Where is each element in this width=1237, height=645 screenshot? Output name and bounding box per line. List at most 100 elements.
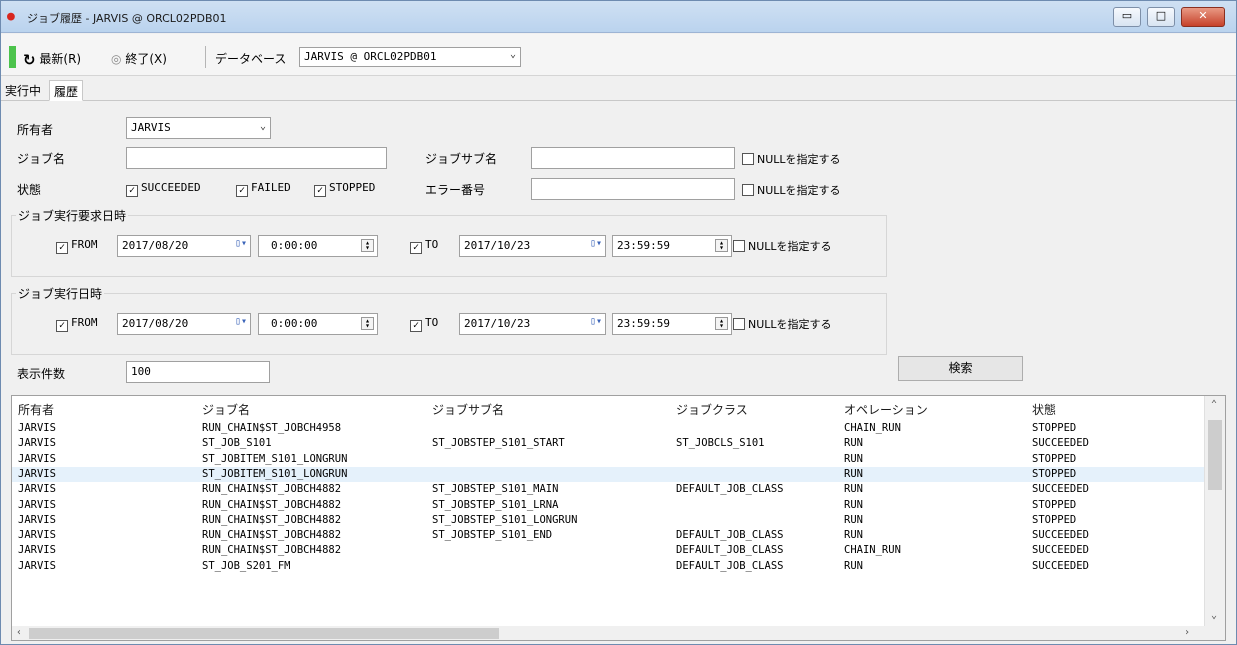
spinner-icon[interactable]: ▴ ▾ [715,317,728,330]
scroll-up-icon[interactable]: ⌃ [1211,399,1217,410]
toolbar-grip [9,46,16,68]
request-to-date-value: 2017/10/23 [464,239,531,252]
job-subname-null-checkbox[interactable]: NULLを指定する [742,151,841,167]
column-header-job-name[interactable]: ジョブ名 [202,401,250,418]
run-from-checkbox[interactable]: ✓ FROM [56,316,98,332]
search-button[interactable]: 検索 [898,356,1023,381]
toolbar-separator [205,46,206,68]
cell-owner: JARVIS [18,559,56,572]
scroll-down-icon[interactable]: ⌄ [1211,610,1217,621]
request-to-time-input[interactable]: 23:59:59 ▴ ▾ [612,235,732,257]
table-row[interactable]: JARVIS RUN_CHAIN$ST_JOBCH4882 ST_JOBSTEP_S… [12,482,1204,497]
cell-operation: RUN [844,452,863,465]
horizontal-scroll-thumb[interactable] [29,628,499,639]
request-null-checkbox[interactable]: NULLを指定する [733,238,832,254]
check-icon: ✓ [56,320,68,332]
vertical-scroll-thumb[interactable] [1208,420,1222,490]
cell-operation: RUN [844,498,863,511]
to-label: TO [425,316,439,329]
job-subname-label: ジョブサブ名 [425,152,498,166]
owner-select[interactable]: JARVIS ⌄ [126,117,271,139]
scroll-left-icon[interactable]: ‹ [16,627,22,638]
cell-operation: RUN [844,513,863,526]
check-icon: ✓ [126,185,138,197]
run-from-date-input[interactable]: 2017/08/20 ▯▾ [117,313,251,335]
job-name-input[interactable] [126,147,387,169]
run-from-date-value: 2017/08/20 [122,317,189,330]
cell-status: SUCCEEDED [1032,544,1089,557]
table-row[interactable]: JARVIS RUN_CHAIN$ST_JOBCH4882 ST_JOBSTEP_S… [12,528,1204,543]
scroll-right-icon[interactable]: › [1184,627,1190,638]
request-from-date-value: 2017/08/20 [122,239,189,252]
cell-operation: RUN [844,483,863,496]
table-row[interactable]: JARVIS RUN_CHAIN$ST_JOBCH4958 CHAIN_RUN STO… [12,421,1204,436]
exit-button[interactable]: ◎ 終了(X) [111,50,167,67]
cell-job-class: DEFAULT_JOB_CLASS [676,544,784,557]
spinner-icon[interactable]: ▴ ▾ [715,239,728,252]
window-title: ジョブ履歴 - JARVIS @ ORCL02PDB01 [27,12,227,25]
cell-job-class: DEFAULT_JOB_CLASS [676,529,784,542]
from-label: FROM [71,316,98,329]
table-row[interactable]: JARVIS RUN_CHAIN$ST_JOBCH4882 ST_JOBSTEP_S… [12,498,1204,513]
request-to-checkbox[interactable]: ✓ TO [410,238,438,254]
calendar-icon[interactable]: ▯▾ [235,316,247,327]
cell-job-class: DEFAULT_JOB_CLASS [676,559,784,572]
job-history-window: ● ジョブ履歴 - JARVIS @ ORCL02PDB01 ▭ □ ✕ ↻ 最… [0,0,1237,645]
table-row[interactable]: JARVIS ST_JOBITEM_S101_LONGRUN RUN STOPPED [12,466,1204,482]
request-from-time-input[interactable]: 0:00:00 ▴ ▾ [258,235,378,257]
request-to-date-input[interactable]: 2017/10/23 ▯▾ [459,235,606,257]
table-row[interactable]: JARVIS ST_JOBITEM_S101_LONGRUN RUN STOPPED [12,452,1204,467]
maximize-button[interactable]: □ [1147,7,1175,27]
spinner-icon[interactable]: ▴ ▾ [361,317,374,330]
cell-operation: RUN [844,467,863,480]
tab-running[interactable]: 実行中 [1,80,45,101]
run-null-checkbox[interactable]: NULLを指定する [733,316,832,332]
count-input[interactable]: 100 [126,361,270,383]
refresh-button[interactable]: ↻ 最新(R) [23,50,81,69]
run-to-date-input[interactable]: 2017/10/23 ▯▾ [459,313,606,335]
cell-job-name: ST_JOB_S101 [202,437,272,450]
column-header-operation[interactable]: オペレーション [844,401,928,418]
tab-history[interactable]: 履歴 [49,80,84,101]
cell-status: SUCCEEDED [1032,559,1089,572]
cell-job-subname: ST_JOBSTEP_S101_MAIN [432,483,559,496]
request-from-date-input[interactable]: 2017/08/20 ▯▾ [117,235,251,257]
table-row[interactable]: JARVIS ST_JOB_S201_FM DEFAULT_JOB_CLASS RUN… [12,559,1204,574]
run-to-time-input[interactable]: 23:59:59 ▴ ▾ [612,313,732,335]
error-no-null-checkbox[interactable]: NULLを指定する [742,182,841,198]
maximize-icon: □ [1155,9,1167,22]
column-header-owner[interactable]: 所有者 [18,401,54,418]
close-button[interactable]: ✕ [1181,7,1225,27]
column-header-job-subname[interactable]: ジョブサブ名 [432,401,504,418]
run-from-time-input[interactable]: 0:00:00 ▴ ▾ [258,313,378,335]
table-row[interactable]: JARVIS ST_JOB_S101 ST_JOBSTEP_S101_START ST… [12,436,1204,451]
table-row[interactable]: JARVIS RUN_CHAIN$ST_JOBCH4882 DEFAULT_JOB_… [12,543,1204,558]
run-to-checkbox[interactable]: ✓ TO [410,316,438,332]
spinner-icon[interactable]: ▴ ▾ [361,239,374,252]
column-header-job-class[interactable]: ジョブクラス [676,401,748,418]
title-bar[interactable]: ● ジョブ履歴 - JARVIS @ ORCL02PDB01 ▭ □ ✕ [1,1,1236,33]
to-label: TO [425,238,439,251]
database-select[interactable]: JARVIS @ ORCL02PDB01 ⌄ [299,47,521,67]
column-header-status[interactable]: 状態 [1032,401,1056,418]
vertical-scrollbar[interactable]: ⌃ ⌄ [1204,396,1225,626]
calendar-icon[interactable]: ▯▾ [590,316,602,327]
calendar-icon[interactable]: ▯▾ [590,238,602,249]
status-stopped-checkbox[interactable]: ✓ STOPPED [314,181,375,197]
calendar-icon[interactable]: ▯▾ [235,238,247,249]
horizontal-scrollbar[interactable]: ‹ › [12,626,1225,640]
table-row[interactable]: JARVIS RUN_CHAIN$ST_JOBCH4882 ST_JOBSTEP_S… [12,513,1204,528]
status-failed-checkbox[interactable]: ✓ FAILED [236,181,291,197]
from-label: FROM [71,238,98,251]
database-label: データベース [215,52,287,66]
error-no-input[interactable] [531,178,735,200]
cell-job-name: ST_JOBITEM_S101_LONGRUN [202,452,348,465]
cell-status: STOPPED [1032,452,1077,465]
minimize-button[interactable]: ▭ [1113,7,1141,27]
cell-operation: RUN [844,437,863,450]
request-from-checkbox[interactable]: ✓ FROM [56,238,98,254]
cell-operation: CHAIN_RUN [844,544,901,557]
chevron-down-icon: ⌄ [259,121,266,132]
status-succeeded-checkbox[interactable]: ✓ SUCCEEDED [126,181,201,197]
job-subname-input[interactable] [531,147,735,169]
